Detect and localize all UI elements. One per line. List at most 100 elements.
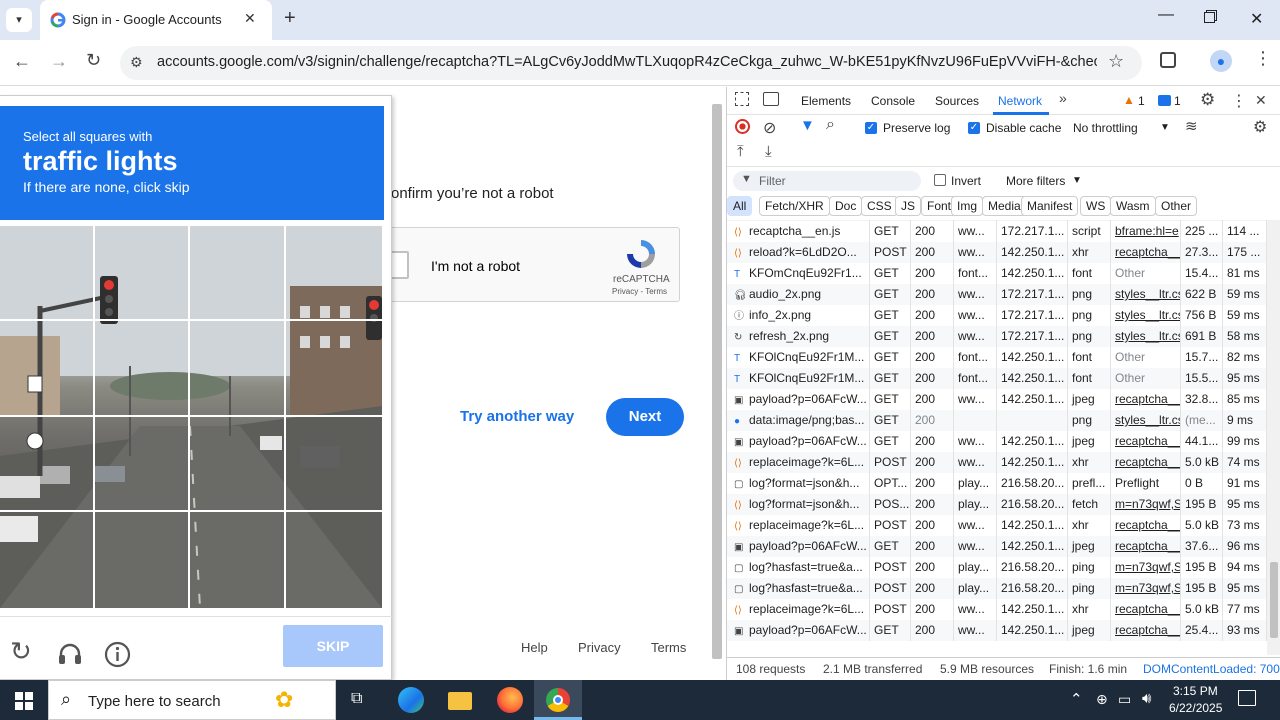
minimize-icon[interactable]: — bbox=[1158, 6, 1174, 24]
more-filters-dropdown-icon[interactable]: ▼ bbox=[1072, 175, 1082, 186]
request-row[interactable]: T KFOlCnqEu92Fr1M... GET 200 font... 142.250.… bbox=[727, 368, 1267, 389]
table-scrollbar-thumb[interactable] bbox=[1270, 562, 1278, 638]
tab-close-icon[interactable]: ✕ bbox=[244, 10, 256, 27]
volume-icon[interactable]: 🔊︎ bbox=[1142, 690, 1151, 707]
clear-icon[interactable]: ⊘ bbox=[763, 118, 776, 138]
tab-console[interactable]: Console bbox=[871, 94, 915, 108]
request-row[interactable]: ⟨⟩ log?format=json&h... POS... 200 play... 21… bbox=[727, 494, 1267, 515]
tab-search-button[interactable]: ▾ bbox=[6, 8, 32, 32]
filter-chip-js[interactable]: JS bbox=[895, 196, 922, 216]
site-info-icon[interactable]: ⚙ bbox=[130, 54, 143, 71]
request-row[interactable]: ↻ refresh_2x.png GET 200 ww... 172.217.1... pn… bbox=[727, 326, 1267, 347]
close-window-icon[interactable]: ✕ bbox=[1250, 9, 1263, 29]
network-settings-icon[interactable]: ⚙ bbox=[1253, 117, 1267, 137]
grid-cell[interactable] bbox=[0, 415, 95, 512]
close-devtools-icon[interactable]: ✕ bbox=[1255, 92, 1267, 109]
clock-date[interactable]: 6/22/2025 bbox=[1169, 701, 1222, 715]
filter-chip-media[interactable]: Media bbox=[982, 196, 1027, 216]
address-bar[interactable]: ⚙ accounts.google.com/v3/signin/challeng… bbox=[120, 46, 1142, 80]
inspect-element-icon[interactable] bbox=[735, 92, 749, 106]
forward-icon[interactable]: → bbox=[50, 51, 68, 72]
request-row[interactable]: ▢ log?hasfast=true&a... POST 200 play... 216.… bbox=[727, 557, 1267, 578]
network-conditions-icon[interactable]: ≋ bbox=[1185, 117, 1198, 135]
back-icon[interactable]: ← bbox=[13, 51, 31, 72]
clock-time[interactable]: 3:15 PM bbox=[1173, 684, 1218, 698]
grid-cell[interactable] bbox=[284, 226, 382, 321]
device-toolbar-icon[interactable] bbox=[763, 92, 779, 106]
page-scrollbar-thumb[interactable] bbox=[712, 104, 722, 659]
filter-chip-fetchxhr[interactable]: Fetch/XHR bbox=[759, 196, 830, 216]
new-tab-icon[interactable]: + bbox=[284, 7, 296, 30]
filter-chip-wasm[interactable]: Wasm bbox=[1110, 196, 1156, 216]
grid-cell[interactable] bbox=[188, 510, 286, 608]
try-another-way-button[interactable]: Try another way bbox=[460, 408, 574, 425]
warning-icon[interactable]: ▲ bbox=[1123, 93, 1135, 107]
request-row[interactable]: ⟨⟩ replaceimage?k=6L... POST 200 ww... 142.25… bbox=[727, 452, 1267, 473]
grid-cell[interactable] bbox=[93, 510, 190, 608]
tray-chevron-icon[interactable]: ⌃ bbox=[1070, 690, 1083, 708]
preserve-log-checkbox[interactable]: ✓ bbox=[865, 122, 877, 134]
filter-chip-other[interactable]: Other bbox=[1155, 196, 1198, 216]
grid-cell[interactable] bbox=[188, 226, 286, 321]
invert-checkbox[interactable] bbox=[934, 174, 946, 186]
table-scrollbar[interactable] bbox=[1267, 220, 1280, 655]
filter-chip-img[interactable]: Img bbox=[951, 196, 984, 216]
footer-privacy-link[interactable]: Privacy bbox=[578, 640, 621, 655]
throttling-select[interactable]: No throttling bbox=[1073, 121, 1138, 135]
reload-challenge-icon[interactable]: ↻ bbox=[10, 636, 32, 667]
notifications-icon[interactable] bbox=[1238, 690, 1256, 706]
recaptcha-terms-link[interactable]: Terms bbox=[645, 287, 667, 296]
filter-chip-all[interactable]: All bbox=[727, 196, 753, 216]
request-row[interactable]: ▣ payload?p=06AFcW... GET 200 ww... 142.250.1… bbox=[727, 620, 1267, 641]
tab-sources[interactable]: Sources bbox=[935, 94, 979, 108]
edge-icon[interactable] bbox=[398, 687, 424, 713]
grid-cell[interactable] bbox=[188, 319, 286, 417]
grid-cell[interactable] bbox=[93, 226, 190, 321]
request-row[interactable]: ▢ log?hasfast=true&a... POST 200 play... 216.… bbox=[727, 578, 1267, 599]
bookmark-star-icon[interactable]: ☆ bbox=[1108, 51, 1124, 72]
request-row[interactable]: 🎧︎ audio_2x.png GET 200 ww... 172.217.1... png… bbox=[727, 284, 1267, 305]
file-explorer-icon[interactable] bbox=[448, 692, 472, 710]
request-row[interactable]: ⟨⟩ replaceimage?k=6L... POST 200 ww... 142.25… bbox=[727, 599, 1267, 620]
grid-cell[interactable] bbox=[0, 510, 95, 608]
tray-app-icon[interactable]: ⊕ bbox=[1096, 691, 1108, 708]
network-tray-icon[interactable]: ▭ bbox=[1118, 691, 1131, 708]
filter-chip-doc[interactable]: Doc bbox=[829, 196, 863, 216]
profile-icon[interactable]: ● bbox=[1210, 50, 1232, 72]
grid-cell[interactable] bbox=[284, 510, 382, 608]
tab-network[interactable]: Network bbox=[998, 94, 1042, 108]
request-row[interactable]: ● data:image/png;bas... GET 200 png styles__l… bbox=[727, 410, 1267, 431]
export-har-icon[interactable]: ⤓ bbox=[765, 143, 772, 160]
grid-cell[interactable] bbox=[93, 319, 190, 417]
request-row[interactable]: ▣ payload?p=06AFcW... GET 200 ww... 142.250.1… bbox=[727, 431, 1267, 452]
request-row[interactable]: ▢ log?format=json&h... OPT... 200 play... 216… bbox=[727, 473, 1267, 494]
extensions-icon[interactable] bbox=[1160, 52, 1176, 68]
active-tab[interactable]: Sign in - Google Accounts ✕ bbox=[40, 0, 272, 40]
filter-chip-manifest[interactable]: Manifest bbox=[1021, 196, 1079, 216]
grid-cell[interactable] bbox=[93, 415, 190, 512]
request-row[interactable]: ▣ payload?p=06AFcW... GET 200 ww... 142.250.1… bbox=[727, 389, 1267, 410]
throttling-dropdown-icon[interactable]: ▼ bbox=[1160, 122, 1170, 133]
recaptcha-privacy-link[interactable]: Privacy bbox=[612, 287, 638, 296]
disable-cache-checkbox[interactable]: ✓ bbox=[968, 122, 980, 134]
request-row[interactable]: T KFOlCnqEu92Fr1M... GET 200 font... 142.250.… bbox=[727, 347, 1267, 368]
info-icon[interactable] bbox=[104, 641, 131, 668]
task-view-icon[interactable]: ⧉ bbox=[351, 690, 362, 708]
audio-challenge-icon[interactable] bbox=[57, 641, 83, 667]
devtools-menu-icon[interactable]: ⋮ bbox=[1231, 91, 1247, 111]
request-row[interactable]: ▣ payload?p=06AFcW... GET 200 ww... 142.250.1… bbox=[727, 536, 1267, 557]
next-button[interactable]: Next bbox=[606, 398, 684, 436]
record-icon[interactable] bbox=[735, 119, 750, 134]
request-row[interactable]: T KFOmCnqEu92Fr1... GET 200 font... 142.250.1… bbox=[727, 263, 1267, 284]
chrome-taskbar-button[interactable] bbox=[534, 680, 582, 720]
tab-elements[interactable]: Elements bbox=[801, 94, 851, 108]
grid-cell[interactable] bbox=[0, 319, 95, 417]
grid-cell[interactable] bbox=[0, 226, 95, 321]
firefox-icon[interactable] bbox=[497, 687, 523, 713]
more-tabs-icon[interactable]: » bbox=[1059, 90, 1067, 106]
grid-cell[interactable] bbox=[284, 319, 382, 417]
restore-icon[interactable] bbox=[1204, 12, 1215, 23]
windows-start-icon[interactable] bbox=[15, 692, 33, 710]
more-filters-button[interactable]: More filters bbox=[1006, 174, 1065, 188]
taskbar-search-box[interactable]: ⌕ Type here to search ✿ bbox=[48, 680, 336, 720]
